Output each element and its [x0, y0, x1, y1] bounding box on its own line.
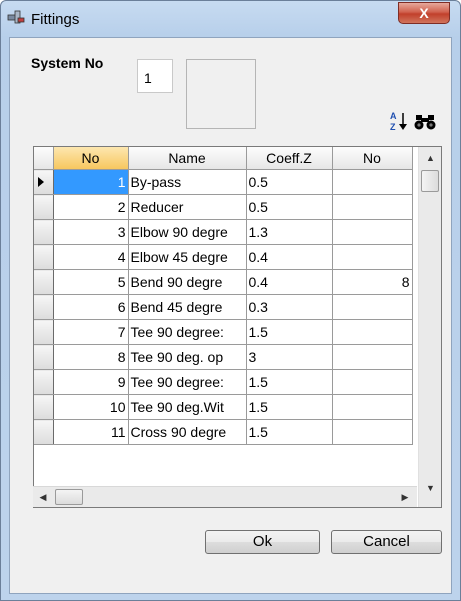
table-row[interactable]: 2 Reducer 0.5: [34, 194, 413, 220]
horizontal-scroll-thumb[interactable]: [55, 489, 83, 505]
title-bar[interactable]: Fittings X: [1, 1, 460, 37]
cell-name[interactable]: Tee 90 degree:: [128, 369, 247, 395]
cell-name[interactable]: Tee 90 deg.Wit: [128, 394, 247, 420]
table-row[interactable]: 10 Tee 90 deg.Wit 1.5: [34, 394, 413, 420]
system-no-input[interactable]: 1: [137, 59, 173, 93]
binoculars-icon[interactable]: [414, 113, 436, 131]
close-button[interactable]: X: [398, 2, 450, 24]
table-row[interactable]: 3 Elbow 90 degre 1.3: [34, 219, 413, 245]
row-indicator[interactable]: [34, 219, 54, 245]
cell-coeff[interactable]: 1.3: [246, 219, 333, 245]
row-indicator[interactable]: [34, 419, 54, 445]
header-row: No Name Coeff.Z No: [34, 147, 413, 170]
cell-no[interactable]: 8: [53, 344, 129, 370]
fittings-app-icon: [7, 10, 25, 24]
row-indicator[interactable]: [34, 369, 54, 395]
cell-name[interactable]: Bend 90 degre: [128, 269, 247, 295]
cell-no[interactable]: 11: [53, 419, 129, 445]
cell-no-2[interactable]: [332, 219, 413, 245]
cell-name[interactable]: Cross 90 degre: [128, 419, 247, 445]
table-row[interactable]: 6 Bend 45 degre 0.3: [34, 294, 413, 320]
table-row[interactable]: 4 Elbow 45 degre 0.4: [34, 244, 413, 270]
cell-coeff[interactable]: 1.5: [246, 319, 333, 345]
cell-no[interactable]: 5: [53, 269, 129, 295]
cell-no-2[interactable]: [332, 319, 413, 345]
row-indicator-header: [34, 147, 54, 170]
cell-no-2[interactable]: [332, 169, 413, 195]
table-row[interactable]: 11 Cross 90 degre 1.5: [34, 419, 413, 445]
cell-coeff[interactable]: 0.5: [246, 194, 333, 220]
row-indicator[interactable]: [34, 194, 54, 220]
cell-no[interactable]: 2: [53, 194, 129, 220]
scroll-right-arrow-icon[interactable]: ▶: [395, 487, 415, 507]
table-row[interactable]: 9 Tee 90 degree: 1.5: [34, 369, 413, 395]
cell-no[interactable]: 10: [53, 394, 129, 420]
cell-no-2[interactable]: [332, 419, 413, 445]
table-row[interactable]: 5 Bend 90 degre 0.4 8: [34, 269, 413, 295]
column-header-no-2[interactable]: No: [332, 147, 413, 170]
cell-no-2[interactable]: [332, 394, 413, 420]
cell-name[interactable]: By-pass: [128, 169, 247, 195]
window-title: Fittings: [31, 11, 80, 28]
cell-name[interactable]: Tee 90 degree:: [128, 319, 247, 345]
sort-az-icon[interactable]: A Z: [389, 110, 409, 132]
cell-no[interactable]: 9: [53, 369, 129, 395]
cell-name[interactable]: Elbow 45 degre: [128, 244, 247, 270]
current-row-pointer-icon: [38, 177, 44, 187]
cell-coeff[interactable]: 1.5: [246, 369, 333, 395]
table-row[interactable]: 8 Tee 90 deg. op 3: [34, 344, 413, 370]
cell-no-2[interactable]: [332, 369, 413, 395]
row-indicator[interactable]: [34, 244, 54, 270]
cancel-button[interactable]: Cancel: [331, 530, 442, 554]
cell-no[interactable]: 3: [53, 219, 129, 245]
row-indicator[interactable]: [34, 169, 54, 195]
row-indicator[interactable]: [34, 344, 54, 370]
cell-coeff[interactable]: 1.5: [246, 394, 333, 420]
cell-no[interactable]: 4: [53, 244, 129, 270]
scroll-left-arrow-icon[interactable]: ◀: [33, 487, 53, 507]
cell-no-2[interactable]: 8: [332, 269, 413, 295]
row-indicator[interactable]: [34, 269, 54, 295]
cell-no[interactable]: 1: [53, 169, 129, 195]
cell-coeff[interactable]: 0.4: [246, 269, 333, 295]
cell-coeff[interactable]: 0.4: [246, 244, 333, 270]
cell-name[interactable]: Bend 45 degre: [128, 294, 247, 320]
row-indicator[interactable]: [34, 394, 54, 420]
cell-no[interactable]: 7: [53, 319, 129, 345]
table-row[interactable]: 1 By-pass 0.5: [34, 169, 413, 195]
cell-coeff[interactable]: 3: [246, 344, 333, 370]
table-row[interactable]: 7 Tee 90 degree: 1.5: [34, 319, 413, 345]
cell-name[interactable]: Tee 90 deg. op: [128, 344, 247, 370]
cell-coeff[interactable]: 1.5: [246, 419, 333, 445]
scroll-down-arrow-icon[interactable]: ▼: [419, 477, 441, 499]
fittings-table: No Name Coeff.Z No 1 By-pass 0.5 2 Reduc…: [34, 147, 413, 445]
row-indicator[interactable]: [34, 319, 54, 345]
vertical-scroll-thumb[interactable]: [421, 170, 439, 192]
row-indicator[interactable]: [34, 294, 54, 320]
column-header-name[interactable]: Name: [128, 147, 247, 170]
cell-coeff[interactable]: 0.3: [246, 294, 333, 320]
system-no-label: System No: [31, 55, 104, 71]
cell-no-2[interactable]: [332, 244, 413, 270]
column-header-no[interactable]: No: [53, 147, 129, 170]
cell-no-2[interactable]: [332, 194, 413, 220]
cell-name[interactable]: Reducer: [128, 194, 247, 220]
vertical-scrollbar[interactable]: ▲ ▼: [418, 147, 441, 507]
scroll-up-arrow-icon[interactable]: ▲: [419, 147, 441, 169]
cell-no-2[interactable]: [332, 344, 413, 370]
svg-text:Z: Z: [390, 122, 396, 132]
cell-no[interactable]: 6: [53, 294, 129, 320]
ok-button[interactable]: Ok: [205, 530, 320, 554]
fittings-grid[interactable]: No Name Coeff.Z No 1 By-pass 0.5 2 Reduc…: [33, 146, 442, 508]
cell-no-2[interactable]: [332, 294, 413, 320]
column-header-coeff[interactable]: Coeff.Z: [246, 147, 333, 170]
svg-text:A: A: [390, 111, 397, 121]
horizontal-scrollbar[interactable]: ◀ ▶: [33, 486, 417, 507]
cell-name[interactable]: Elbow 90 degre: [128, 219, 247, 245]
cell-coeff[interactable]: 0.5: [246, 169, 333, 195]
fitting-preview-image: [186, 59, 256, 129]
